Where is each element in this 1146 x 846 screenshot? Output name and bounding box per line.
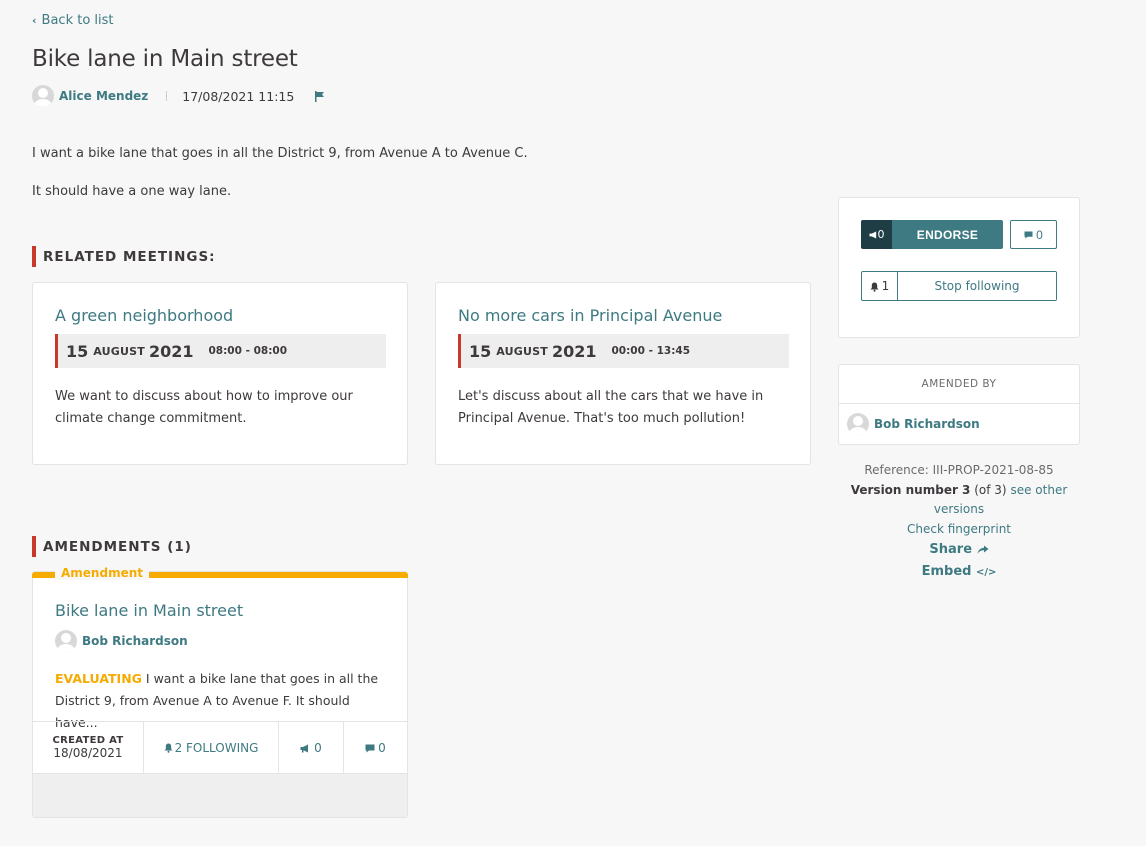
meeting-day: 15 bbox=[66, 341, 89, 361]
amendment-title[interactable]: Bike lane in Main street bbox=[55, 601, 243, 620]
followers-count: 1 bbox=[862, 272, 898, 300]
endorsements-count[interactable]: 0 bbox=[279, 722, 344, 773]
bell-icon bbox=[870, 279, 879, 293]
publish-date: 17/08/2021 11:15 bbox=[182, 88, 295, 104]
bell-icon bbox=[164, 741, 173, 755]
meeting-month: August bbox=[496, 344, 548, 358]
code-icon: </> bbox=[975, 567, 997, 578]
meeting-time: 00:00 - 13:45 bbox=[611, 345, 691, 357]
following-label: 2 FOLLOWING bbox=[174, 740, 259, 755]
reference: Reference: III-PROP-2021-08-85 bbox=[864, 463, 1054, 477]
amendment-card-bottom bbox=[33, 773, 407, 817]
created-at-value: 18/08/2021 bbox=[53, 746, 123, 760]
following-count[interactable]: 2 FOLLOWING bbox=[144, 722, 279, 773]
share-label: Share bbox=[929, 542, 973, 557]
amendment-author-link[interactable]: Bob Richardson bbox=[82, 634, 188, 648]
version-number: Version number 3 bbox=[850, 482, 971, 497]
embed-link[interactable]: Embed </> bbox=[838, 561, 1080, 584]
amended-by-card: AMENDED BY Bob Richardson bbox=[838, 364, 1080, 445]
amendment-card-footer: CREATED AT 18/08/2021 2 FOLLOWING 0 0 bbox=[33, 721, 407, 773]
comments-count[interactable]: 0 bbox=[344, 722, 407, 773]
related-meetings-heading: RELATED MEETINGS: bbox=[32, 246, 216, 267]
meeting-card[interactable]: A green neighborhood 15 August 2021 08:0… bbox=[32, 282, 408, 465]
endorse-button[interactable]: ENDORSE bbox=[892, 220, 1003, 249]
meeting-title[interactable]: No more cars in Principal Avenue bbox=[458, 306, 722, 325]
meeting-title[interactable]: A green neighborhood bbox=[55, 306, 233, 325]
comment-icon bbox=[365, 741, 375, 755]
meeting-month: August bbox=[93, 344, 145, 358]
megaphone-icon bbox=[300, 741, 310, 755]
avatar bbox=[55, 630, 77, 652]
meeting-card[interactable]: No more cars in Principal Avenue 15 Augu… bbox=[435, 282, 811, 465]
meeting-year: 2021 bbox=[148, 341, 194, 361]
meeting-time: 08:00 - 08:00 bbox=[208, 345, 288, 357]
meeting-description: Let's discuss about all the cars that we… bbox=[458, 389, 764, 426]
created-at-label: CREATED AT bbox=[52, 735, 124, 746]
support-card: 0 ENDORSE 0 1 Stop following bbox=[838, 197, 1080, 338]
avatar bbox=[847, 413, 869, 435]
endorse-count: 0 bbox=[877, 228, 885, 241]
proposal-info: Reference: III-PROP-2021-08-85 Version n… bbox=[838, 461, 1080, 584]
back-to-list-link[interactable]: ‹ Back to list bbox=[32, 13, 114, 28]
follow-button-group: 1 Stop following bbox=[861, 271, 1057, 301]
comments-value: 0 bbox=[378, 740, 386, 755]
proposal-meta: Alice Mendez 17/08/2021 11:15 bbox=[32, 84, 325, 108]
amendments-heading-text: AMENDMENTS (1) bbox=[43, 538, 192, 555]
author-link[interactable]: Alice Mendez bbox=[59, 89, 148, 103]
heading-accent-bar bbox=[32, 536, 36, 557]
avatar bbox=[32, 85, 54, 107]
proposal-body-paragraph-2: It should have a one way lane. bbox=[32, 184, 232, 199]
related-meetings-heading-text: RELATED MEETINGS: bbox=[43, 248, 216, 265]
amended-by-author: Bob Richardson bbox=[847, 413, 980, 435]
megaphone-icon bbox=[869, 228, 878, 241]
proposal-body-paragraph-1: I want a bike lane that goes in all the … bbox=[32, 146, 528, 161]
amendment-label: Amendment bbox=[55, 566, 149, 580]
amended-by-author-link[interactable]: Bob Richardson bbox=[874, 417, 980, 431]
meeting-date: 15 August 2021 08:00 - 08:00 bbox=[55, 334, 386, 368]
heading-accent-bar bbox=[32, 246, 36, 267]
amendment-card[interactable]: Amendment Bike lane in Main street Bob R… bbox=[32, 566, 408, 818]
stop-following-button[interactable]: Stop following bbox=[898, 272, 1056, 300]
created-at: CREATED AT 18/08/2021 bbox=[33, 722, 144, 773]
status-badge: EVALUATING bbox=[55, 671, 142, 686]
meeting-day: 15 bbox=[469, 341, 492, 361]
version-info: Version number 3 (of 3) see other versio… bbox=[838, 481, 1080, 520]
meta-divider bbox=[166, 91, 168, 101]
chevron-left-icon: ‹ bbox=[32, 14, 37, 27]
share-icon bbox=[977, 542, 989, 557]
back-to-list-label: Back to list bbox=[41, 13, 114, 28]
followers-count-value: 1 bbox=[881, 279, 890, 293]
endorse-count-badge[interactable]: 0 bbox=[861, 220, 892, 249]
flag-icon[interactable] bbox=[314, 89, 325, 103]
amendment-author: Bob Richardson bbox=[55, 630, 188, 652]
check-fingerprint-link[interactable]: Check fingerprint bbox=[907, 522, 1011, 536]
meeting-date: 15 August 2021 00:00 - 13:45 bbox=[458, 334, 789, 368]
embed-label: Embed bbox=[921, 564, 972, 579]
version-of: (of 3) bbox=[974, 482, 1007, 497]
comments-count-value: 0 bbox=[1036, 227, 1043, 242]
amendments-heading: AMENDMENTS (1) bbox=[32, 536, 192, 557]
meeting-year: 2021 bbox=[551, 341, 597, 361]
comment-icon bbox=[1024, 228, 1033, 242]
comments-button[interactable]: 0 bbox=[1010, 220, 1057, 249]
endorsements-value: 0 bbox=[314, 740, 322, 755]
amended-by-heading: AMENDED BY bbox=[839, 365, 1079, 404]
page-title: Bike lane in Main street bbox=[32, 46, 298, 72]
meeting-description: We want to discuss about how to improve … bbox=[55, 389, 353, 426]
share-link[interactable]: Share bbox=[838, 539, 1080, 561]
